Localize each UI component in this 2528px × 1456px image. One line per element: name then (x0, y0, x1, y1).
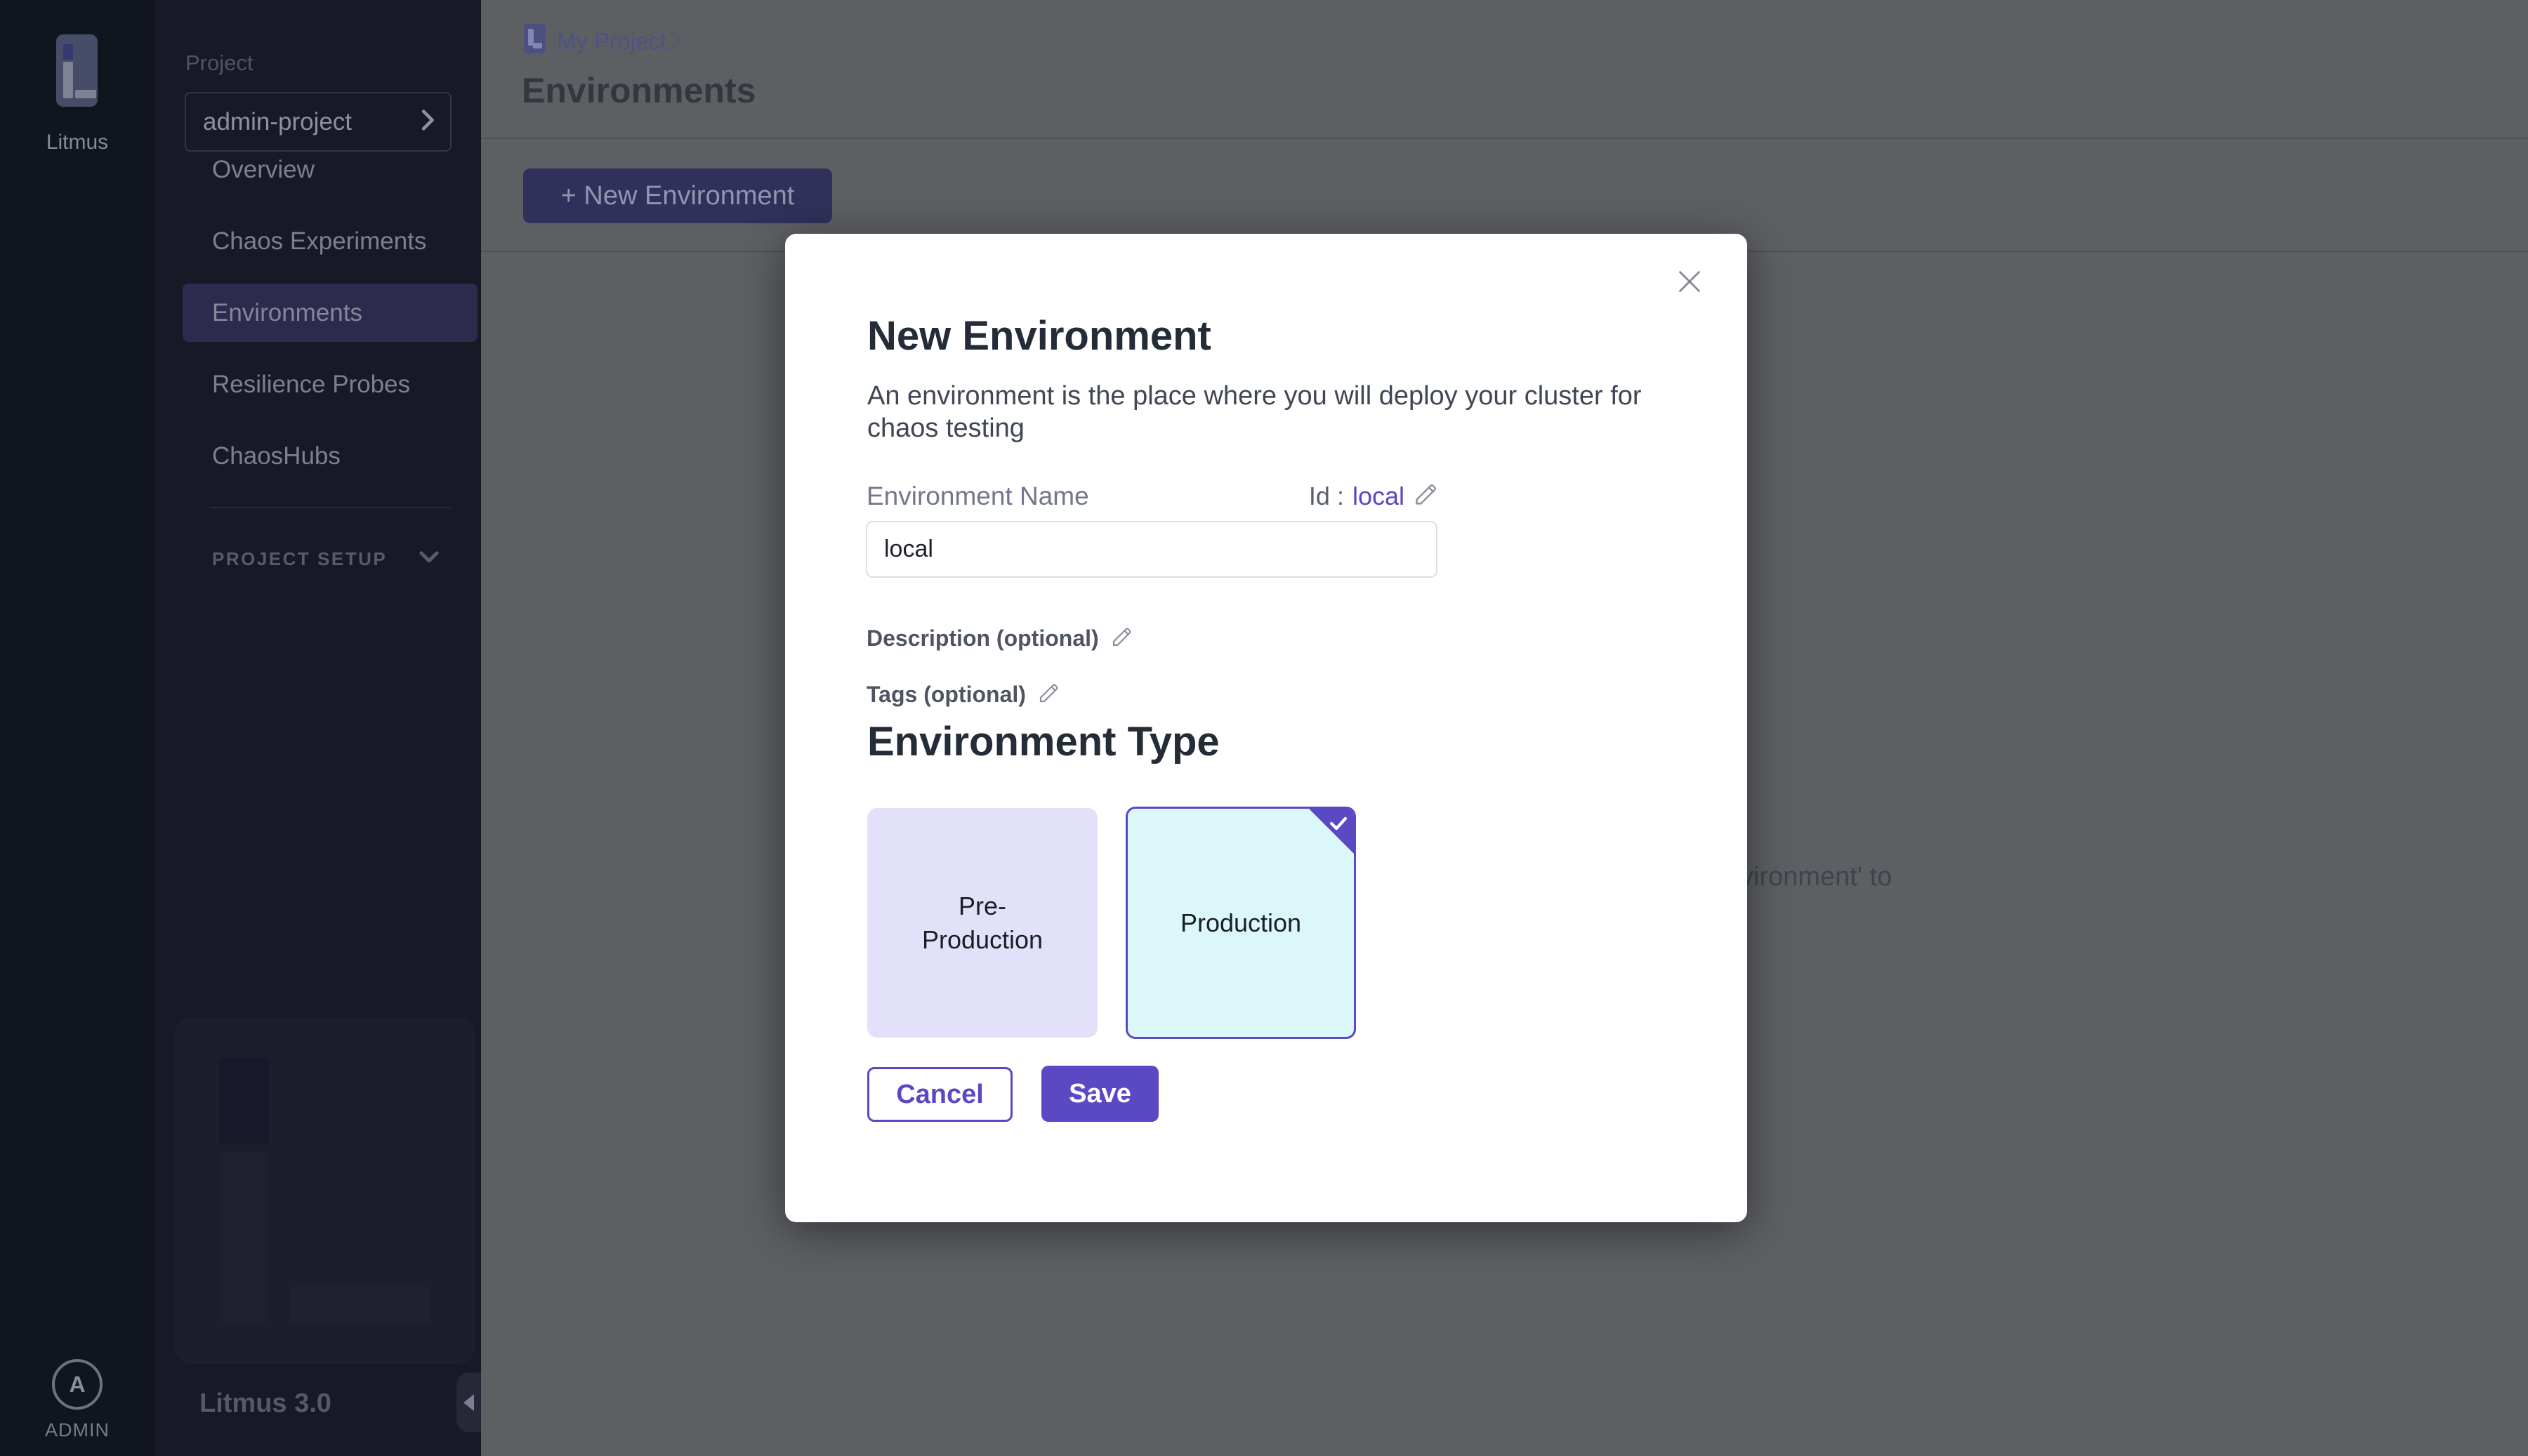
user-role-label: ADMIN (0, 1419, 154, 1441)
logo-bar-vertical (63, 62, 73, 98)
project-setup-toggle[interactable]: PROJECT SETUP (212, 548, 439, 570)
icon-rail: Litmus A ADMIN (0, 0, 154, 1456)
edit-pencil-icon (1110, 625, 1134, 652)
sidebar-item-environments[interactable]: Environments (154, 284, 481, 342)
check-icon (1326, 812, 1350, 839)
sidebar-item-chaos-experiments[interactable]: Chaos Experiments (154, 212, 481, 270)
logo-accent-block (63, 44, 73, 60)
logo-bar-horizontal (75, 90, 96, 98)
modal-title: New Environment (867, 312, 1211, 359)
version-label: Litmus 3.0 (199, 1389, 331, 1419)
litmus-watermark (174, 1017, 475, 1364)
sidebar-divider (211, 507, 451, 508)
watermark-block (219, 1058, 269, 1144)
collapse-arrow-icon (463, 1394, 474, 1411)
project-setup-label: PROJECT SETUP (212, 548, 387, 570)
app-screen: Litmus A ADMIN Project admin-project Ove… (0, 0, 2528, 1456)
close-icon (1677, 269, 1702, 298)
cancel-button[interactable]: Cancel (867, 1067, 1013, 1122)
sidebar-item-label: Environments (212, 299, 362, 327)
sidebar-item-resilience-probes[interactable]: Resilience Probes (154, 355, 481, 413)
environment-type-heading: Environment Type (867, 718, 1220, 765)
sidebar-item-label: ChaosHubs (212, 442, 341, 470)
header-divider (481, 138, 2528, 139)
watermark-block (289, 1286, 430, 1323)
litmus-logo-icon[interactable] (56, 34, 98, 107)
name-label-row: Environment Name Id : local (867, 481, 1440, 511)
sidebar: Project admin-project Overview Chaos Exp… (154, 0, 481, 1456)
avatar[interactable]: A (52, 1359, 103, 1410)
type-card-label: Production (1178, 906, 1304, 940)
icon-bar (533, 43, 542, 48)
save-button[interactable]: Save (1041, 1066, 1159, 1122)
button-label: + New Environment (561, 181, 795, 211)
new-environment-button[interactable]: + New Environment (523, 168, 832, 223)
chevron-down-icon (419, 551, 439, 567)
button-label: Save (1069, 1079, 1131, 1109)
breadcrumb-project-icon (524, 24, 546, 53)
project-label: Project (185, 51, 253, 76)
environment-name-input[interactable] (866, 521, 1437, 578)
sidebar-item-overview[interactable]: Overview (154, 140, 481, 199)
modal-description: An environment is the place where you wi… (867, 380, 1696, 444)
page-title: Environments (522, 70, 756, 111)
close-button[interactable] (1668, 262, 1711, 304)
type-card-production[interactable]: Production (1126, 807, 1356, 1039)
tags-toggle[interactable]: Tags (optional) (867, 681, 1061, 708)
tags-label: Tags (optional) (867, 682, 1026, 708)
background-clipped-text: vironment' to (1740, 862, 1892, 892)
type-card-pre-production[interactable]: Pre-Production (867, 808, 1098, 1038)
new-environment-modal: New Environment An environment is the pl… (785, 234, 1747, 1222)
watermark-block (221, 1153, 268, 1323)
chevron-right-icon (421, 108, 436, 135)
id-value: local (1352, 482, 1404, 511)
description-label: Description (optional) (867, 626, 1099, 651)
sidebar-collapse-button[interactable] (456, 1372, 481, 1432)
edit-pencil-icon[interactable] (1413, 481, 1440, 511)
sidebar-item-chaoshubs[interactable]: ChaosHubs (154, 427, 481, 485)
sidebar-item-label: Resilience Probes (212, 371, 410, 399)
avatar-initial: A (69, 1372, 85, 1398)
environment-id-group: Id : local (1309, 481, 1440, 511)
description-toggle[interactable]: Description (optional) (867, 625, 1134, 652)
chevron-right-icon (669, 29, 680, 54)
button-label: Cancel (896, 1080, 984, 1110)
project-name: admin-project (203, 108, 352, 136)
type-card-label: Pre-Production (919, 889, 1046, 957)
breadcrumb[interactable]: My Project (557, 28, 666, 55)
edit-pencil-icon (1037, 681, 1061, 708)
brand-label: Litmus (0, 131, 154, 154)
environment-name-label: Environment Name (867, 482, 1089, 511)
id-prefix-label: Id : (1309, 482, 1344, 511)
sidebar-item-label: Overview (212, 156, 315, 184)
sidebar-item-label: Chaos Experiments (212, 227, 426, 256)
